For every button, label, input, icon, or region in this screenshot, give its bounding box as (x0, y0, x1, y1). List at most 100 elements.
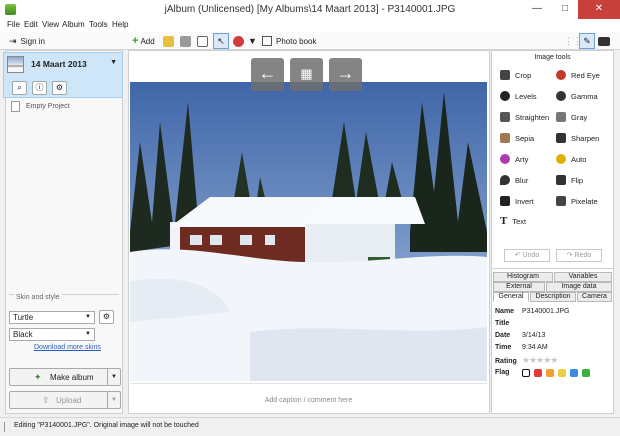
title-bar: jAlbum (Unlicensed) [My Albums\14 Maart … (0, 0, 620, 19)
tool-gamma[interactable]: Gamma (556, 89, 598, 103)
tool-red-eye[interactable]: Red Eye (556, 68, 600, 82)
prop-time-label: Time (495, 344, 512, 351)
edit-mode-icon[interactable]: ✎ (579, 33, 595, 49)
prop-date-value[interactable]: 3/14/13 (522, 332, 545, 339)
skin-select[interactable]: Turtle ▼ (9, 311, 95, 324)
upload-dropdown-icon[interactable]: ▼ (107, 392, 120, 408)
filter-icon[interactable]: ▼ (248, 34, 257, 48)
previous-image-button[interactable]: ← (251, 58, 284, 91)
undo-button[interactable]: ↶ Undo (504, 249, 550, 262)
sign-in-label: Sign in (20, 36, 46, 46)
flag-swatch[interactable] (522, 369, 530, 377)
tab-description[interactable]: Description (530, 292, 576, 302)
prop-name: Name P3140001.JPG (495, 308, 569, 315)
style-select[interactable]: Black ▼ (9, 328, 95, 341)
tool-straighten[interactable]: Straighten (500, 110, 549, 124)
close-button[interactable]: ✕ (578, 0, 620, 19)
menu-edit[interactable]: Edit (24, 20, 38, 29)
menu-tools[interactable]: Tools (89, 20, 108, 29)
tab-variables[interactable]: Variables (554, 272, 612, 282)
tool-gray[interactable]: Gray (556, 110, 587, 124)
menu-help[interactable]: Help (112, 20, 128, 29)
tab-external[interactable]: External (493, 282, 545, 292)
tab-general[interactable]: General (493, 292, 529, 302)
gear-icon[interactable]: ⚙ (52, 81, 67, 95)
tool-crop[interactable]: Crop (500, 68, 531, 82)
flag-swatch[interactable] (582, 369, 590, 377)
flag-picker (522, 369, 590, 377)
redo-button[interactable]: ↷ Redo (556, 249, 602, 262)
tool-label: Auto (571, 154, 587, 164)
rating-stars[interactable]: ★★★★★ (522, 355, 558, 365)
select-pointer-icon[interactable]: ↖ (213, 33, 229, 49)
exclude-icon[interactable] (233, 34, 244, 48)
winter-house-photo (130, 82, 487, 381)
prop-time-value[interactable]: 9:34 AM (522, 344, 548, 351)
make-album-dropdown-icon[interactable]: ▼ (107, 369, 120, 385)
tool-text[interactable]: T Text (500, 214, 526, 228)
new-folder-icon[interactable] (163, 34, 174, 48)
flag-swatch[interactable] (558, 369, 566, 377)
prop-date: Date 3/14/13 (495, 332, 545, 339)
chevron-down-icon: ▼ (85, 331, 91, 337)
make-album-button[interactable]: ✦ Make album ▼ (9, 368, 121, 386)
prop-name-value[interactable]: P3140001.JPG (522, 308, 569, 315)
menu-view[interactable]: View (42, 20, 59, 29)
maximize-button[interactable]: □ (552, 0, 578, 19)
menu-file[interactable]: File (7, 20, 20, 29)
tool-auto[interactable]: Auto (556, 152, 586, 166)
text-icon: T (500, 215, 508, 227)
tool-arty[interactable]: Arty (500, 152, 528, 166)
tool-invert[interactable]: Invert (500, 194, 534, 208)
album-dropdown-icon[interactable]: ▼ (110, 59, 117, 66)
blur-icon (500, 175, 510, 185)
tool-label: Invert (515, 196, 534, 206)
tool-sepia[interactable]: Sepia (500, 131, 534, 145)
menu-album[interactable]: Album (62, 20, 85, 29)
red-eye-icon (556, 70, 566, 80)
skin-settings-gear-icon[interactable]: ⚙ (99, 310, 114, 324)
prop-rating-label: Rating (495, 358, 517, 365)
tool-sharpen[interactable]: Sharpen (556, 131, 599, 145)
tool-label: Gray (571, 112, 588, 122)
flag-swatch[interactable] (570, 369, 578, 377)
add-label: Add (140, 36, 155, 46)
tool-label: Red Eye (571, 70, 600, 80)
search-icon[interactable]: ⌕ (12, 81, 27, 95)
info-icon[interactable]: ⓘ (32, 81, 47, 95)
minimize-button[interactable]: — (524, 0, 550, 19)
tab-image-data[interactable]: Image data (546, 282, 612, 292)
tag-icon[interactable] (197, 34, 208, 48)
caption-input[interactable]: Add caption / comment here (130, 397, 487, 404)
arrow-left-icon: ← (258, 63, 277, 83)
photo-book-button[interactable]: Photo book (262, 34, 316, 48)
tool-levels[interactable]: Levels (500, 89, 537, 103)
gamma-icon (556, 91, 566, 101)
flag-swatch[interactable] (534, 369, 542, 377)
download-skins-link[interactable]: Download more skins (34, 344, 101, 351)
next-image-button[interactable]: → (329, 58, 362, 91)
tab-histogram[interactable]: Histogram (493, 272, 553, 282)
grid-icon: ▦ (300, 66, 313, 81)
sign-in-button[interactable]: ⇥ Sign in (9, 34, 45, 48)
upload-button[interactable]: ⇧ Upload ▼ (9, 391, 121, 409)
prop-title-label: Title (495, 320, 510, 327)
levels-icon (500, 91, 510, 101)
flag-swatch[interactable] (546, 369, 554, 377)
tool-blur[interactable]: Blur (500, 173, 528, 187)
tool-label: Straighten (515, 112, 550, 122)
add-button[interactable]: + Add (132, 34, 155, 48)
slideshow-icon[interactable] (598, 34, 610, 48)
album-card[interactable]: 14 Maart 2013 ▼ ⌕ ⓘ ⚙ (3, 52, 123, 98)
menu-bar: File Edit View Album Tools Help (0, 19, 620, 32)
arty-icon (500, 154, 510, 164)
sharpen-icon (556, 133, 566, 143)
tool-flip[interactable]: Flip (556, 173, 583, 187)
pixelate-icon (556, 196, 566, 206)
arrow-right-icon: → (336, 63, 355, 83)
tab-camera[interactable]: Camera (577, 292, 612, 302)
tool-pixelate[interactable]: Pixelate (556, 194, 598, 208)
folder-icon[interactable] (180, 34, 191, 48)
grid-overview-button[interactable]: ▦ (290, 58, 323, 91)
divider (491, 268, 614, 269)
